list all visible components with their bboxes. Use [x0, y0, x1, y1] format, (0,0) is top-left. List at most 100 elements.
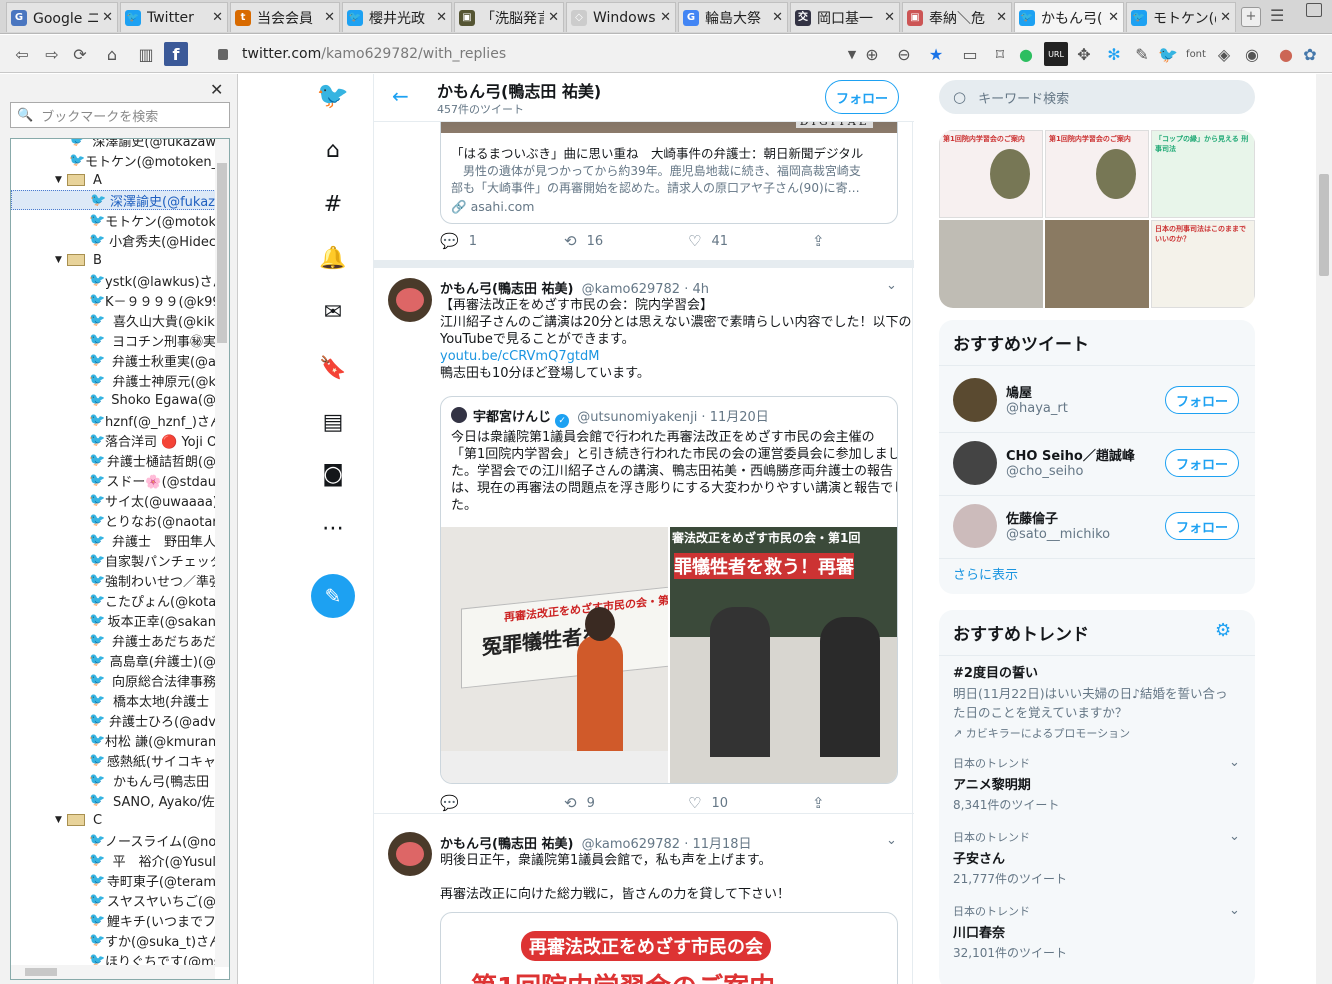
back-icon[interactable]: ⇦ [10, 42, 34, 66]
bookmark-item[interactable]: 🐦 SANO, Ayako/佐 [11, 790, 216, 810]
expand-arrow-icon[interactable]: ▼ [55, 815, 62, 825]
tweet-menu-chevron-icon[interactable]: ⌄ [886, 278, 897, 293]
promoted-trend[interactable]: #2度目の誓い 明日(11月22日)はいい夫婦の日♪結婚を誓い合っ た日のことを… [953, 662, 1243, 741]
bookmark-item[interactable]: 🐦 サイ太(@uwaaaa) [11, 490, 216, 510]
retweet-button[interactable]: ⟲ 16 [564, 232, 688, 250]
bookmark-item[interactable]: 🐦 坂本正幸(@sakan [11, 610, 216, 630]
bookmark-star-icon[interactable]: ★ [924, 42, 948, 66]
expand-arrow-icon[interactable]: ▼ [55, 175, 62, 185]
bookmark-item[interactable]: 🐦 小倉秀夫(@Hidec [11, 230, 216, 250]
follow-button[interactable]: フォロー [825, 80, 899, 114]
trend-item[interactable]: 日本のトレンド ⌄ 川口春奈 32,101件のツイート [953, 903, 1243, 961]
tweet[interactable]: かもん弓(鴨志田 祐美) @kamo629782 · 4h ⌄ 【再審法改正をめ… [374, 268, 914, 814]
tweet[interactable]: かもん弓(鴨志田 祐美) @kamo629782 · 11月18日 ⌄ 明後日正… [374, 824, 914, 984]
bookmark-item[interactable]: 🐦 鯉キチ(いつまでフ [11, 910, 216, 930]
reload-icon[interactable]: ⟳ [68, 42, 92, 66]
avatar[interactable] [388, 832, 432, 876]
tab-close-icon[interactable]: ✕ [436, 10, 447, 25]
close-icon[interactable]: ✕ [210, 80, 223, 99]
search-box[interactable]: ○ キーワード検索 [939, 80, 1255, 114]
bookmark-item[interactable]: 🐦 弁護士ひろ(@adv [11, 710, 216, 730]
bookmark-item[interactable]: 🐦 ノースライム(@nor [11, 830, 216, 850]
bookmark-item[interactable]: 🐦 平 裕介(@Yusul [11, 850, 216, 870]
home-icon[interactable]: ⌂ [309, 130, 357, 170]
bookmark-item[interactable]: 🐦 弁護士あだちあだ [11, 630, 216, 650]
quote-photo[interactable]: 審法改正をめざす市民の会・第1回 罪犠牲者を救う！再審 [670, 527, 897, 783]
bookmark-item[interactable]: 🐦 寺町東子(@teram [11, 870, 216, 890]
media-thumb[interactable]: 日本の刑事司法はこのままでいいのか？ [1151, 220, 1255, 308]
bookmark-item[interactable]: 🐦 喜久山大貴(@kik [11, 310, 216, 330]
poster-image[interactable]: 再審法改正をめざす市民の会 第1回院内学習会のご案内 [440, 912, 898, 984]
zoom-out-icon[interactable]: ⊖ [892, 42, 916, 66]
media-thumb[interactable] [939, 220, 1043, 308]
bookmark-item[interactable]: 🐦 とりなお(@naotar [11, 510, 216, 530]
tab-close-icon[interactable]: ✕ [1220, 10, 1231, 25]
edit-icon[interactable]: ✎ [1130, 42, 1154, 66]
media-thumb[interactable]: 「コップの縁」から見える 刑事司法 [1151, 130, 1255, 218]
author-name[interactable]: かもん弓(鴨志田 祐美) [440, 837, 573, 852]
font-extension-icon[interactable]: font [1184, 42, 1208, 66]
messages-mail-icon[interactable]: ✉ [309, 292, 357, 332]
retweet-button[interactable]: ⟲ 9 [564, 794, 688, 812]
bookmark-item[interactable]: 🐦 弁護士神原元(@k [11, 370, 216, 390]
bookmark-icon[interactable]: ⌑ [988, 42, 1012, 66]
bookmark-item[interactable]: 🐦 深澤諭史(@fukazaw [11, 139, 216, 150]
tab-close-icon[interactable]: ✕ [1108, 10, 1119, 25]
media-thumb[interactable] [1045, 220, 1149, 308]
page-scrollbar[interactable] [1316, 74, 1332, 984]
youtube-link[interactable]: youtu.be/cCRVmQ7gtdM [440, 348, 599, 365]
gear-icon[interactable]: ⚙ [1215, 620, 1231, 641]
tab-close-icon[interactable]: ✕ [884, 10, 895, 25]
browser-tab[interactable]: 🐦 かもん弓(✕ [1014, 2, 1124, 32]
bookmark-item[interactable]: 🐦 向原総合法律事務 [11, 670, 216, 690]
browser-tab[interactable]: 🐦 Twitter ✕ [120, 2, 228, 32]
quote-photo[interactable]: 再審法改正をめざす市民の会・第 冤罪犠牲者を [441, 527, 668, 783]
browser-tab[interactable]: 交岡口基一 ✕ [790, 2, 900, 32]
browser-tab[interactable]: G 輪島大祭 ✕ [678, 2, 788, 32]
bookmark-item[interactable]: 🐦 弁護士樋詰哲朗(@ [11, 450, 216, 470]
like-button[interactable]: ♡ 10 [688, 794, 812, 812]
tweet-menu-chevron-icon[interactable]: ⌄ [886, 833, 897, 848]
profile-icon[interactable]: ◙ [309, 454, 357, 494]
bookmark-item[interactable]: 🐦 ヨコチン刑事㊙実 [11, 330, 216, 350]
media-thumb[interactable]: 第1回院内学習会のご案内 [939, 130, 1043, 218]
bookmark-item[interactable]: 🐦 K－９９９９(@k99 [11, 290, 216, 310]
browser-tab[interactable]: ▣ 奉納＼危 ✕ [902, 2, 1012, 32]
bookmark-item[interactable]: 🐦 村松 謙(@kmuran [11, 730, 216, 750]
author-name[interactable]: かもん弓(鴨志田 祐美) [440, 282, 573, 297]
more-icon[interactable]: ⋯ [309, 508, 357, 548]
tab-close-icon[interactable]: ✕ [996, 10, 1007, 25]
bookmark-item[interactable]: 🐦 強制わいせつ／準強 [11, 570, 216, 590]
bookmark-item[interactable]: 🐦 Shoko Egawa(@ [11, 390, 216, 410]
tree-vscrollbar[interactable] [215, 139, 229, 967]
tab-list-icon[interactable]: ☰ [1270, 6, 1290, 26]
browser-tab[interactable]: ◇ Windows ✕ [566, 2, 676, 32]
bookmark-search-input[interactable]: 🔍 ブックマークを検索 [10, 102, 230, 128]
media-thumb[interactable]: 第1回院内学習会のご案内 [1045, 130, 1149, 218]
profile-extension-icon[interactable]: ● [1274, 42, 1298, 66]
explore-hash-icon[interactable]: # [309, 184, 357, 224]
bookmark-item[interactable]: 🐦 hznf(@_hznf_)さん [11, 410, 216, 430]
chevron-down-icon[interactable]: ⌄ [1229, 903, 1240, 918]
quoted-tweet[interactable]: 宇都宮けんじ ✓ @utsunomiyakenji · 11月20日 今日は衆議… [440, 396, 898, 784]
forward-icon[interactable]: ⇨ [40, 42, 64, 66]
zoom-in-icon[interactable]: ⊕ [860, 42, 884, 66]
tab-close-icon[interactable]: ✕ [772, 10, 783, 25]
like-button[interactable]: ♡ 41 [688, 232, 812, 250]
twitter-extension-icon[interactable]: 🐦 [1156, 42, 1180, 66]
lists-icon[interactable]: ▤ [309, 402, 357, 442]
back-arrow-icon[interactable]: ← [392, 84, 409, 108]
bookmark-folder[interactable]: ▼ B [11, 250, 216, 270]
compose-tweet-button[interactable]: ✎ [311, 574, 355, 618]
reader-icon[interactable]: ▭ [958, 42, 982, 66]
bookmark-item[interactable]: 🐦 深澤諭史(@fukaz [11, 190, 216, 210]
chat-icon[interactable]: ◉ [1240, 42, 1264, 66]
window-restore-icon[interactable] [1306, 3, 1322, 17]
pocket-icon[interactable]: ◈ [1212, 42, 1236, 66]
show-more-link[interactable]: さらに表示 [953, 564, 1018, 583]
browser-tab[interactable]: t 当会会員 ✕ [230, 2, 340, 32]
follow-button[interactable]: フォロー [1165, 449, 1239, 477]
tab-close-icon[interactable]: ✕ [102, 10, 113, 25]
browser-tab[interactable]: ▣ 「洗脳発言 ✕ [454, 2, 564, 32]
tree-hscrollbar[interactable] [11, 965, 215, 979]
